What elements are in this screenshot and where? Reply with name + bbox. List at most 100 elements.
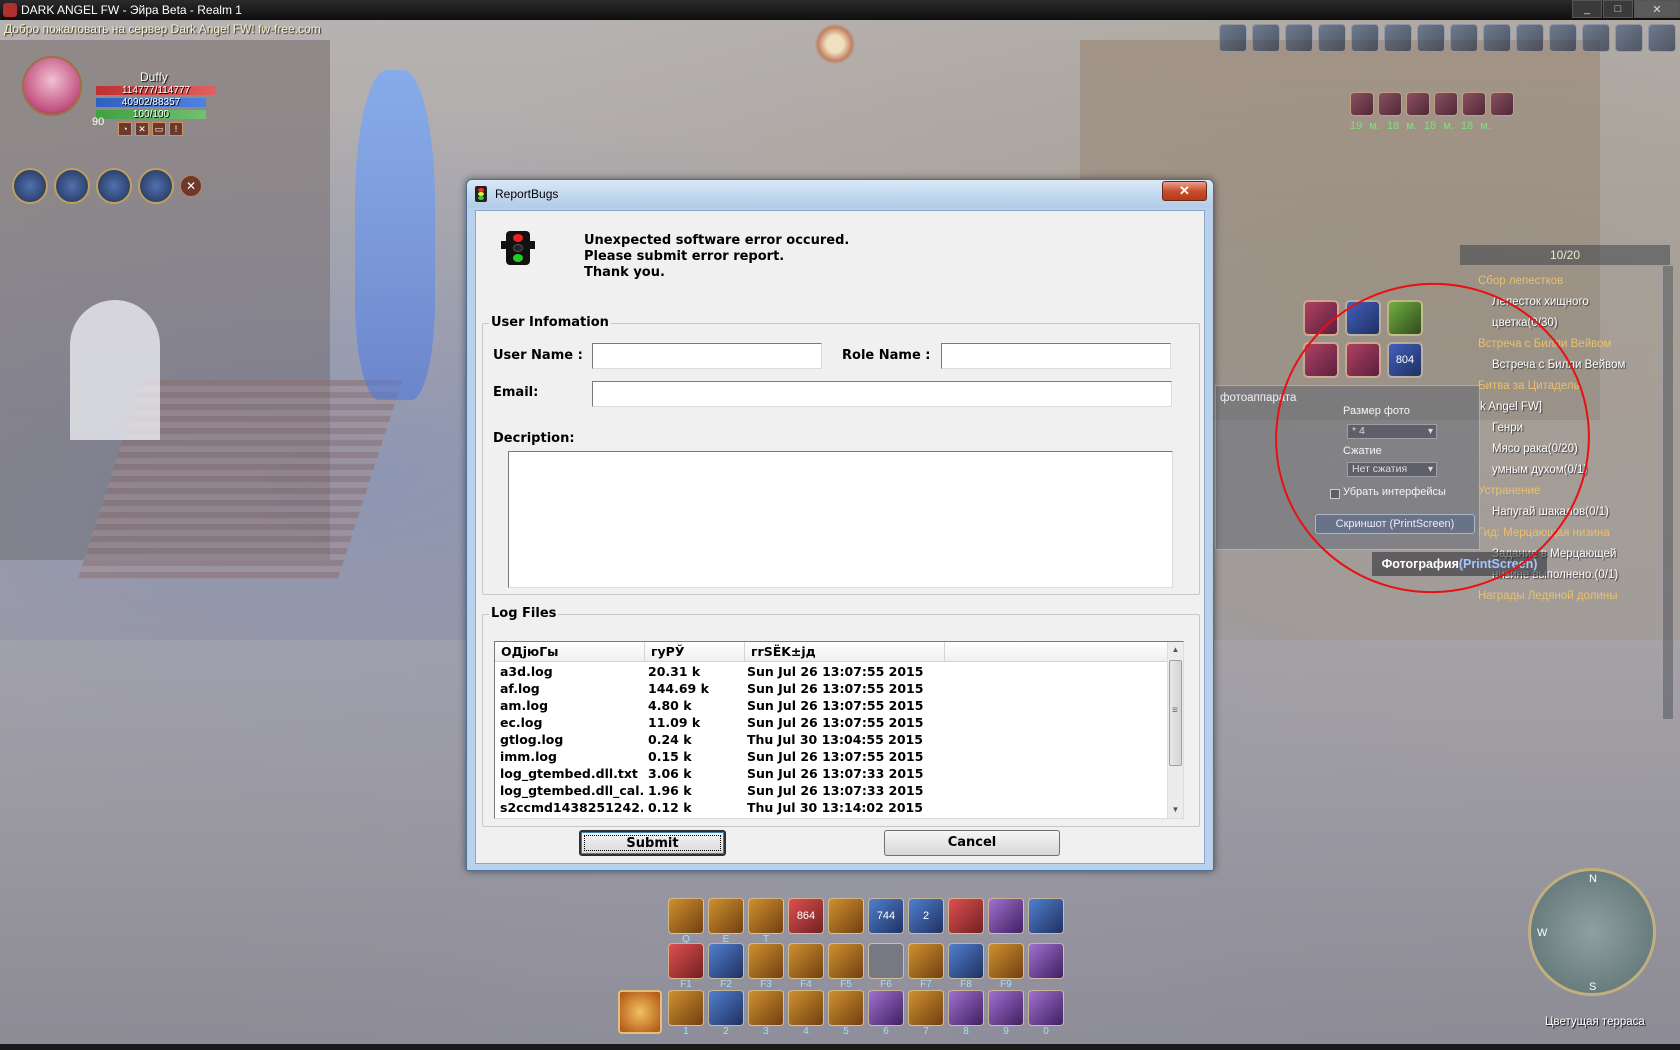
status-effect-icon[interactable] bbox=[1462, 92, 1486, 116]
quest-scrollbar[interactable] bbox=[1662, 265, 1674, 720]
status-effect-icon[interactable] bbox=[1434, 92, 1458, 116]
hotbar-slot[interactable]: 3 bbox=[748, 990, 784, 1037]
cancel-button[interactable]: Cancel bbox=[884, 830, 1060, 856]
log-file-row[interactable]: a3d.log 20.31 k Sun Jul 26 13:07:55 2015 bbox=[495, 663, 1169, 680]
hotbar-slot[interactable]: F3 bbox=[748, 943, 784, 990]
role-name-input[interactable] bbox=[941, 343, 1171, 369]
hotbar-slot[interactable]: 4 bbox=[788, 990, 824, 1037]
log-file-row[interactable]: imm.log 0.15 k Sun Jul 26 13:07:55 2015 bbox=[495, 748, 1169, 765]
status-effect-icon[interactable] bbox=[1350, 92, 1374, 116]
hotbar-slot[interactable]: 6 bbox=[868, 990, 904, 1037]
hotbar-slot[interactable]: F5 bbox=[828, 943, 864, 990]
character-icon[interactable] bbox=[1252, 24, 1280, 52]
main-attack-slot[interactable] bbox=[618, 990, 662, 1034]
hotkey-label: F1 bbox=[680, 979, 692, 990]
skills-icon[interactable] bbox=[1351, 24, 1379, 52]
hotbar-slot[interactable]: 7 bbox=[908, 990, 944, 1037]
log-file-row[interactable]: af.log 144.69 k Sun Jul 26 13:07:55 2015 bbox=[495, 680, 1169, 697]
hotbar-slot[interactable]: F7 bbox=[908, 943, 944, 990]
log-file-row[interactable]: log_gtembed.dll.txt 3.06 k Sun Jul 26 13:0… bbox=[495, 765, 1169, 782]
list-scrollbar[interactable]: ▲ ▼ bbox=[1167, 642, 1183, 818]
hotbar-slot[interactable]: F4 bbox=[788, 943, 824, 990]
hotbar-slot[interactable]: 2 bbox=[708, 990, 744, 1037]
hotbar-slot[interactable]: F8 bbox=[948, 943, 984, 990]
buff-icon[interactable] bbox=[96, 168, 132, 204]
minimap-north: N bbox=[1589, 873, 1597, 885]
quest-scroll-icon[interactable] bbox=[1285, 24, 1313, 52]
email-input[interactable] bbox=[592, 381, 1172, 407]
bag-icon[interactable] bbox=[1318, 24, 1346, 52]
status-effect-icon[interactable] bbox=[1490, 92, 1514, 116]
close-window-button[interactable]: ✕ bbox=[1634, 0, 1680, 18]
wizard-hat-icon[interactable] bbox=[1219, 24, 1247, 52]
clock-icon[interactable]: ◔ bbox=[118, 122, 132, 136]
log-file-row[interactable]: ec.log 11.09 k Sun Jul 26 13:07:55 2015 bbox=[495, 714, 1169, 731]
hotbar-slot[interactable]: E bbox=[708, 898, 744, 945]
character-portrait[interactable] bbox=[22, 56, 82, 116]
quest-title[interactable]: Награды Ледяной долины bbox=[1478, 590, 1617, 602]
status-effect-timers: 19 м. 18 м. 18 м. 18 м. bbox=[1350, 120, 1491, 132]
monitor-icon[interactable]: ▭ bbox=[152, 122, 166, 136]
hotbar-slot[interactable]: F6 bbox=[868, 943, 904, 990]
description-textarea[interactable] bbox=[508, 451, 1173, 588]
book-icon[interactable] bbox=[1417, 24, 1445, 52]
hotbar-slot[interactable]: 1 bbox=[668, 990, 704, 1037]
log-file-row[interactable]: s2ccmd1438251242... 0.12 k Thu Jul 30 13:1… bbox=[495, 799, 1169, 816]
hotbar-slot[interactable]: F9 bbox=[988, 943, 1024, 990]
log-files-list[interactable]: ОДјюГы гуРЎ гrSЁK±jд a3d.log 20.31 k Sun J… bbox=[494, 641, 1184, 819]
window-controls: _ □ ✕ bbox=[1571, 0, 1680, 18]
crossed-swords-icon[interactable]: ✕ bbox=[135, 122, 149, 136]
hotbar-slot[interactable]: F2 bbox=[708, 943, 744, 990]
submit-button[interactable]: Submit bbox=[579, 830, 726, 856]
hotbar-slot[interactable] bbox=[988, 898, 1024, 934]
settings-gear-icon[interactable] bbox=[1648, 24, 1676, 52]
status-effect-icon[interactable] bbox=[1406, 92, 1430, 116]
window-titlebar: DARK ANGEL FW - Эйра Beta - Realm 1 _ □ … bbox=[0, 0, 1680, 20]
leaf-icon[interactable] bbox=[1582, 24, 1610, 52]
scroll-up-arrow-icon[interactable]: ▲ bbox=[1168, 642, 1183, 658]
hotbar-slot[interactable]: Q bbox=[668, 898, 704, 945]
pet-paw-icon[interactable] bbox=[1384, 24, 1412, 52]
scroll-thumb[interactable] bbox=[1169, 660, 1182, 766]
hotbar-slot[interactable] bbox=[828, 898, 864, 934]
alert-icon[interactable]: ! bbox=[169, 122, 183, 136]
column-header-time[interactable]: гrSЁK±jд bbox=[745, 642, 945, 662]
hotbar-slot[interactable]: 5 bbox=[828, 990, 864, 1037]
mail-icon[interactable] bbox=[1549, 24, 1577, 52]
user-name-input[interactable] bbox=[592, 343, 822, 369]
map-icon[interactable] bbox=[1516, 24, 1544, 52]
hotbar-slot[interactable]: 8 bbox=[948, 990, 984, 1037]
buff-close-icon[interactable]: ✕ bbox=[180, 175, 202, 197]
dialog-titlebar[interactable]: ReportBugs ✕ bbox=[467, 180, 1213, 208]
hotbar-slot[interactable]: F1 bbox=[668, 943, 704, 990]
hotbar-slot[interactable]: 9 bbox=[988, 990, 1024, 1037]
column-header-name[interactable]: ОДјюГы bbox=[495, 642, 645, 662]
buff-icon[interactable] bbox=[54, 168, 90, 204]
hotbar-slot[interactable] bbox=[948, 898, 984, 934]
log-file-row[interactable]: gtlog.log 0.24 k Thu Jul 30 13:04:55 2015 bbox=[495, 731, 1169, 748]
guild-icon[interactable] bbox=[1450, 24, 1478, 52]
buff-icon[interactable] bbox=[138, 168, 174, 204]
sun-emblem-icon[interactable] bbox=[815, 24, 855, 64]
hotbar-slot[interactable] bbox=[1028, 898, 1064, 934]
dialog-close-button[interactable]: ✕ bbox=[1162, 181, 1207, 201]
minimap[interactable]: N W S bbox=[1528, 868, 1656, 996]
hotbar-slot[interactable] bbox=[1028, 943, 1064, 979]
buff-icon[interactable] bbox=[12, 168, 48, 204]
hotbar-slot-counter[interactable]: 864 bbox=[788, 898, 824, 934]
quest-title[interactable]: Сбор лепестков bbox=[1478, 275, 1563, 287]
hotbar-slot[interactable]: 0 bbox=[1028, 990, 1064, 1037]
maximize-button[interactable]: □ bbox=[1603, 0, 1633, 18]
gift-box-icon[interactable] bbox=[1615, 24, 1643, 52]
status-effect-icon[interactable] bbox=[1378, 92, 1402, 116]
friends-icon[interactable] bbox=[1483, 24, 1511, 52]
column-header-size[interactable]: гуРЎ bbox=[645, 642, 745, 662]
hotbar-slot[interactable]: T bbox=[748, 898, 784, 945]
scroll-down-arrow-icon[interactable]: ▼ bbox=[1168, 802, 1183, 818]
log-file-size: 144.69 k bbox=[648, 681, 709, 696]
log-file-row[interactable]: log_gtembed.dll_cal... 1.96 k Sun Jul 26 1… bbox=[495, 782, 1169, 799]
hotbar-slot-counter[interactable]: 2 bbox=[908, 898, 944, 934]
log-file-row[interactable]: am.log 4.80 k Sun Jul 26 13:07:55 2015 bbox=[495, 697, 1169, 714]
hotbar-slot-counter[interactable]: 744 bbox=[868, 898, 904, 934]
minimize-button[interactable]: _ bbox=[1572, 0, 1602, 18]
